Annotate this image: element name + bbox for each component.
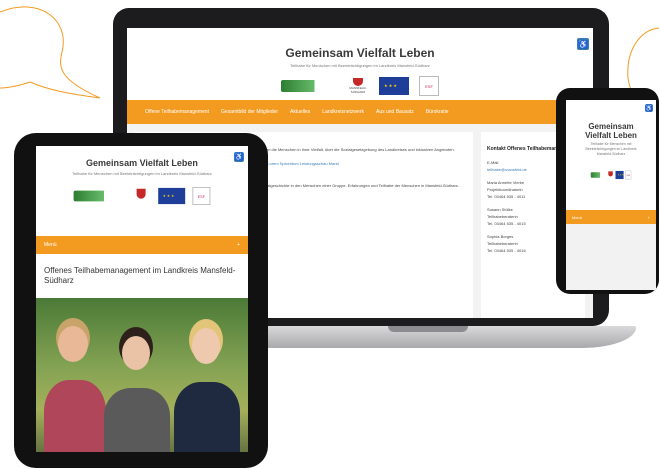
accessibility-icon[interactable]: ♿ <box>234 152 244 162</box>
main-navigation: Offene Teilhabemanagement Gesamtbild der… <box>127 100 593 124</box>
menu-label: Menü <box>44 242 57 248</box>
nav-item-teilhabemanagement[interactable]: Offene Teilhabemanagement <box>139 109 215 115</box>
phone-screen: Gemeinsam Vielfalt Leben Teilhabe für Me… <box>566 100 656 290</box>
phone-site-header: Gemeinsam Vielfalt Leben Teilhabe für Me… <box>566 100 656 210</box>
tablet-site-header: Gemeinsam Vielfalt Leben Teilhabe für Me… <box>36 146 248 236</box>
nav-item-netzwerk[interactable]: Landkreisnetzwerk <box>316 109 370 115</box>
phone-site-subtitle: Teilhabe für Menschen mit Beeinträchtigu… <box>585 142 637 156</box>
mansfeld-suedharz-crest <box>131 188 151 203</box>
green-ribbon-logo <box>281 80 337 92</box>
accessibility-icon[interactable]: ♿ <box>577 38 589 50</box>
team-photo <box>36 298 248 452</box>
person-right-head <box>192 328 220 364</box>
nav-item-buerokratie[interactable]: Bürokratie <box>420 109 455 115</box>
mansfeld-suedharz-crest: MANSFELD-SÜDHARZ <box>347 78 369 94</box>
site-subtitle: Teilhabe für Menschen mit Beeinträchtigu… <box>290 63 430 68</box>
phone-logo-row: ESF <box>590 170 632 180</box>
site-title: Gemeinsam Vielfalt Leben <box>285 46 435 60</box>
mansfeld-suedharz-crest <box>608 171 614 178</box>
menu-label: Menü <box>572 214 583 220</box>
person-right <box>174 382 240 452</box>
tablet-logo-row: ESF <box>47 187 238 205</box>
green-ribbon-logo <box>590 172 606 178</box>
person-left-head <box>58 326 88 362</box>
plus-icon: + <box>647 214 650 220</box>
accessibility-icon[interactable]: ♿ <box>645 104 653 112</box>
person-middle-head <box>122 336 150 370</box>
article-title: Offenes Teilhabemanagement im Landkreis … <box>36 254 248 298</box>
tablet-site-subtitle: Teilhabe für Menschen mit Beeinträchtigu… <box>72 171 212 176</box>
tablet-menu-bar[interactable]: Menü + <box>36 236 248 254</box>
nav-item-aktuelles[interactable]: Aktuelles <box>284 109 316 115</box>
speech-bubble-left <box>0 6 101 99</box>
nav-item-mitglieder[interactable]: Gesamtbild der Mitglieder <box>215 109 284 115</box>
esf-logo: ESF <box>625 170 632 180</box>
phone-site-title: Gemeinsam Vielfalt Leben <box>585 122 637 140</box>
nav-item-bausatz[interactable]: Aus und Bausatz <box>370 109 420 115</box>
person-middle <box>104 388 170 452</box>
tablet-site-title: Gemeinsam Vielfalt Leben <box>86 158 198 168</box>
esf-logo: ESF <box>419 76 439 96</box>
tablet-screen: Gemeinsam Vielfalt Leben Teilhabe für Me… <box>36 146 248 452</box>
plus-icon: + <box>237 242 240 248</box>
logo-row: MANSFELD-SÜDHARZ ESF <box>127 76 593 96</box>
laptop-notch <box>388 326 468 332</box>
phone-menu-bar[interactable]: Menü + <box>566 210 656 224</box>
green-ribbon-logo <box>73 190 125 202</box>
eu-flag-logo <box>379 77 409 95</box>
site-header: Gemeinsam Vielfalt Leben Teilhabe für Me… <box>127 28 593 100</box>
person-left <box>44 380 106 452</box>
eu-flag-logo <box>615 170 624 180</box>
esf-logo: ESF <box>192 187 211 205</box>
eu-flag-logo <box>158 187 186 205</box>
